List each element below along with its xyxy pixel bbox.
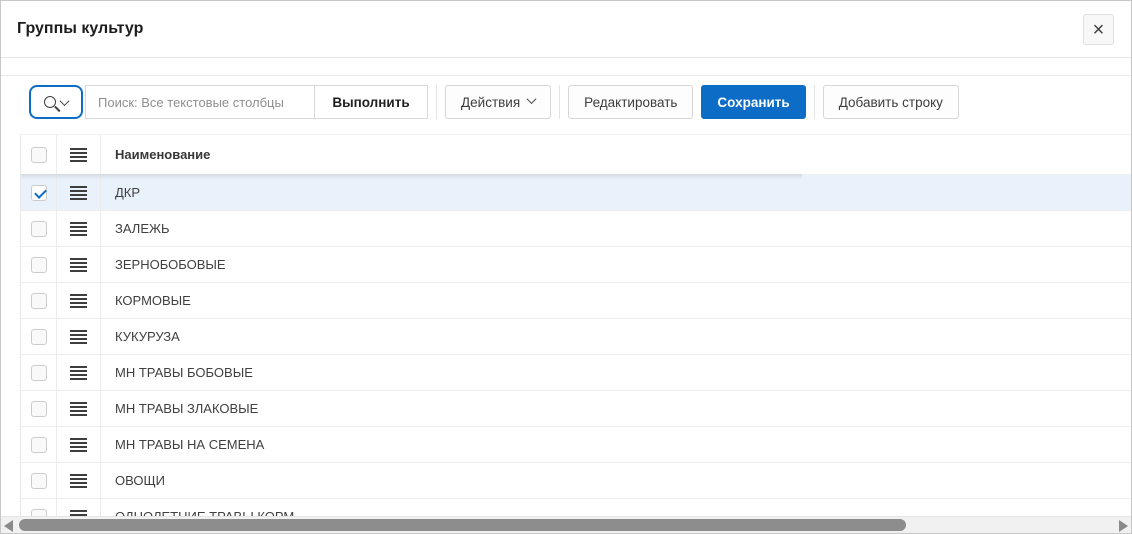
row-actions-cell bbox=[57, 499, 101, 516]
toolbar-divider bbox=[814, 85, 815, 119]
row-name[interactable]: КОРМОВЫЕ bbox=[101, 283, 1131, 318]
row-checkbox[interactable] bbox=[31, 329, 47, 345]
row-actions-cell bbox=[57, 319, 101, 354]
table-row[interactable]: КУКУРУЗА bbox=[21, 319, 1131, 355]
column-header-name[interactable]: Наименование bbox=[101, 135, 1131, 174]
row-name[interactable]: ОДНОЛЕТНИЕ ТРАВЫ КОРМ bbox=[101, 499, 1131, 516]
row-checkbox[interactable] bbox=[31, 401, 47, 417]
row-actions-cell bbox=[57, 175, 101, 210]
table-row[interactable]: ОВОЩИ bbox=[21, 463, 1131, 499]
chevron-down-icon bbox=[527, 94, 537, 104]
chevron-down-icon bbox=[60, 96, 70, 106]
row-checkbox[interactable] bbox=[31, 221, 47, 237]
row-select-cell bbox=[21, 499, 57, 516]
header-underline bbox=[21, 174, 802, 175]
row-menu-icon[interactable] bbox=[70, 294, 87, 308]
table-row[interactable]: ДКР bbox=[21, 175, 1131, 211]
row-name[interactable]: ОВОЩИ bbox=[101, 463, 1131, 498]
close-icon: × bbox=[1093, 19, 1105, 41]
grid-toolbar: Выполнить Действия Редактировать Сохрани… bbox=[29, 85, 959, 119]
row-actions-cell bbox=[57, 283, 101, 318]
dialog-title: Группы культур bbox=[17, 1, 143, 57]
row-menu-icon[interactable] bbox=[70, 222, 87, 236]
row-menu-icon[interactable] bbox=[70, 474, 87, 488]
row-name[interactable]: ДКР bbox=[101, 175, 1131, 210]
search-icon bbox=[44, 96, 56, 108]
row-actions-cell bbox=[57, 391, 101, 426]
grid-header-row: Наименование bbox=[21, 135, 1131, 175]
table-row[interactable]: ОДНОЛЕТНИЕ ТРАВЫ КОРМ bbox=[21, 499, 1131, 516]
row-actions-cell bbox=[57, 355, 101, 390]
add-row-button[interactable]: Добавить строку bbox=[823, 85, 959, 119]
row-select-cell bbox=[21, 247, 57, 282]
dialog-header: Группы культур × bbox=[1, 1, 1131, 58]
row-actions-icon bbox=[70, 148, 87, 162]
row-select-cell bbox=[21, 463, 57, 498]
row-actions-cell bbox=[57, 463, 101, 498]
row-checkbox[interactable] bbox=[31, 293, 47, 309]
row-name[interactable]: ЗАЛЕЖЬ bbox=[101, 211, 1131, 246]
table-row[interactable]: МН ТРАВЫ ЗЛАКОВЫЕ bbox=[21, 391, 1131, 427]
row-name[interactable]: МН ТРАВЫ БОБОВЫЕ bbox=[101, 355, 1131, 390]
row-checkbox[interactable] bbox=[31, 509, 47, 517]
row-name[interactable]: ЗЕРНОБОБОВЫЕ bbox=[101, 247, 1131, 282]
table-row[interactable]: ЗЕРНОБОБОВЫЕ bbox=[21, 247, 1131, 283]
table-row[interactable]: МН ТРАВЫ НА СЕМЕНА bbox=[21, 427, 1131, 463]
row-select-cell bbox=[21, 319, 57, 354]
row-name[interactable]: КУКУРУЗА bbox=[101, 319, 1131, 354]
row-select-cell bbox=[21, 355, 57, 390]
row-checkbox[interactable] bbox=[31, 365, 47, 381]
edit-button[interactable]: Редактировать bbox=[568, 85, 693, 119]
search-input[interactable] bbox=[85, 85, 315, 119]
grid-body: ДКР ЗАЛЕЖЬ ЗЕРНОБОБОВЫЕ bbox=[21, 175, 1131, 516]
close-button[interactable]: × bbox=[1083, 14, 1114, 45]
row-checkbox[interactable] bbox=[31, 437, 47, 453]
row-actions-cell bbox=[57, 247, 101, 282]
row-actions-cell bbox=[57, 211, 101, 246]
table-row[interactable]: ЗАЛЕЖЬ bbox=[21, 211, 1131, 247]
save-button[interactable]: Сохранить bbox=[701, 85, 805, 119]
go-button[interactable]: Выполнить bbox=[314, 85, 428, 119]
horizontal-scrollbar bbox=[1, 516, 1131, 533]
row-checkbox[interactable] bbox=[31, 185, 47, 201]
actions-button-label: Действия bbox=[461, 95, 520, 110]
row-menu-icon[interactable] bbox=[70, 438, 87, 452]
row-menu-icon[interactable] bbox=[70, 366, 87, 380]
crop-groups-dialog: Группы культур × Выполнить Действия Реда… bbox=[0, 0, 1132, 534]
scrollbar-thumb[interactable] bbox=[19, 519, 906, 531]
table-row[interactable]: МН ТРАВЫ БОБОВЫЕ bbox=[21, 355, 1131, 391]
row-menu-icon[interactable] bbox=[70, 186, 87, 200]
row-menu-icon[interactable] bbox=[70, 402, 87, 416]
row-menu-icon[interactable] bbox=[70, 258, 87, 272]
interactive-grid: Наименование ДКР ЗАЛЕЖЬ bbox=[20, 134, 1131, 516]
row-select-cell bbox=[21, 427, 57, 462]
row-name[interactable]: МН ТРАВЫ НА СЕМЕНА bbox=[101, 427, 1131, 462]
region-separator bbox=[1, 75, 1131, 76]
row-menu-icon[interactable] bbox=[70, 330, 87, 344]
row-select-cell bbox=[21, 283, 57, 318]
row-select-cell bbox=[21, 211, 57, 246]
row-select-cell bbox=[21, 391, 57, 426]
row-name[interactable]: МН ТРАВЫ ЗЛАКОВЫЕ bbox=[101, 391, 1131, 426]
select-all-checkbox[interactable] bbox=[31, 147, 47, 163]
row-checkbox[interactable] bbox=[31, 257, 47, 273]
scroll-left-arrow[interactable] bbox=[4, 520, 13, 532]
table-row[interactable]: КОРМОВЫЕ bbox=[21, 283, 1131, 319]
row-actions-header-cell bbox=[57, 135, 101, 174]
row-select-cell bbox=[21, 175, 57, 210]
actions-button[interactable]: Действия bbox=[445, 85, 551, 119]
row-checkbox[interactable] bbox=[31, 473, 47, 489]
search-options-button[interactable] bbox=[29, 85, 83, 119]
select-all-header-cell bbox=[21, 135, 57, 174]
row-actions-cell bbox=[57, 427, 101, 462]
scroll-right-arrow[interactable] bbox=[1119, 520, 1128, 532]
toolbar-divider bbox=[436, 85, 437, 119]
toolbar-divider bbox=[559, 85, 560, 119]
